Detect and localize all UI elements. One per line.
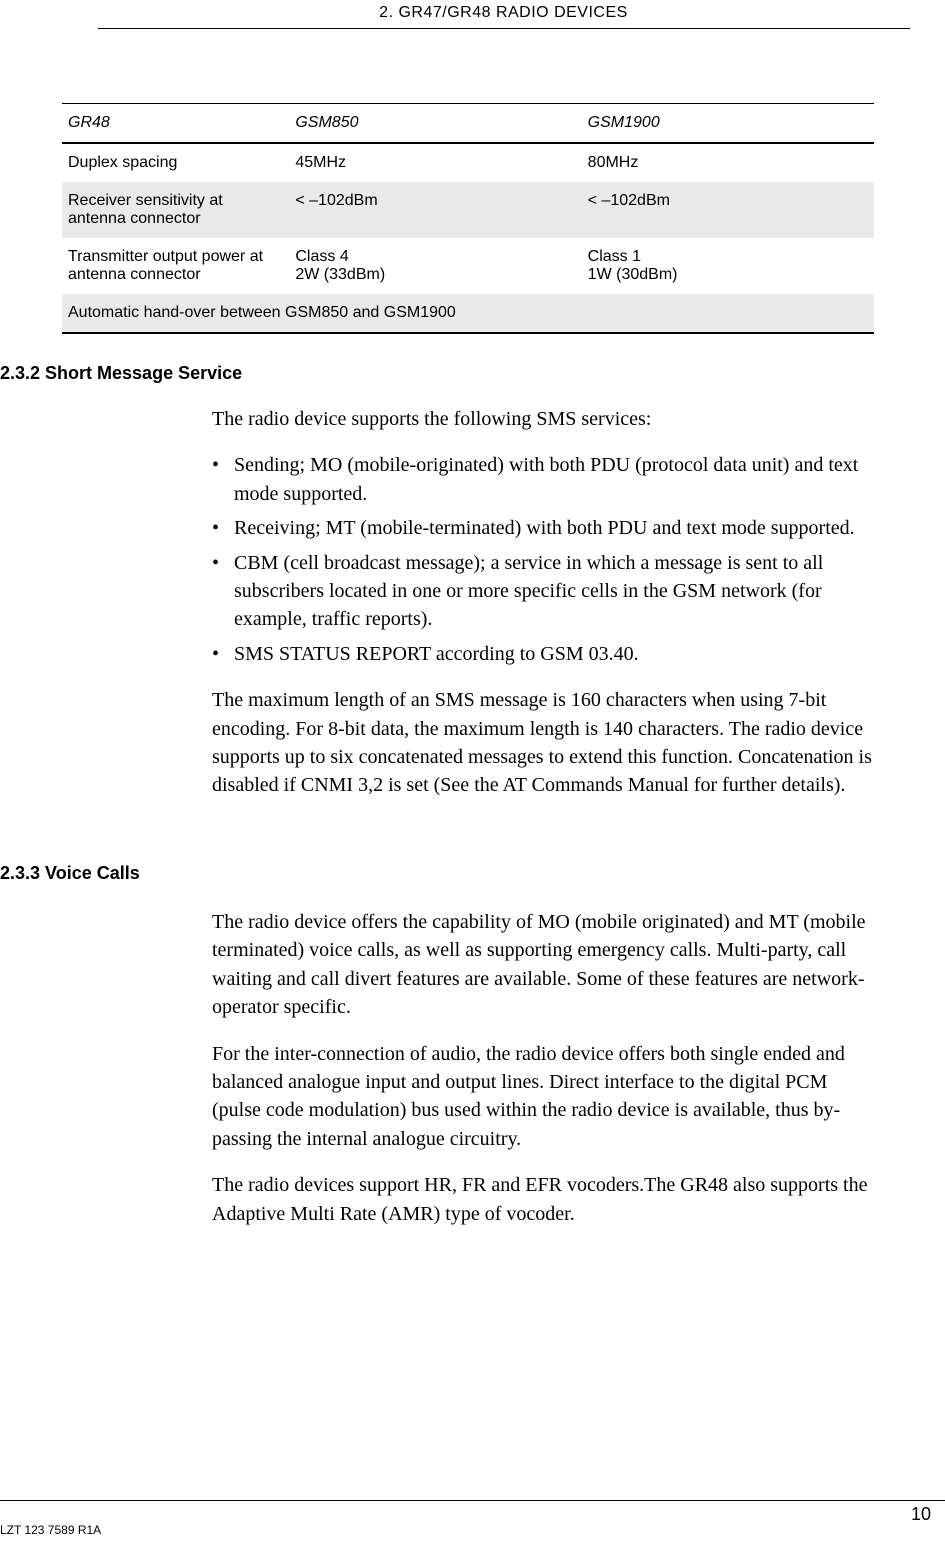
table-cell: Duplex spacing xyxy=(62,143,289,182)
paragraph: The radio devices support HR, FR and EFR… xyxy=(212,1171,874,1228)
table-cell: < –102dBm xyxy=(582,182,874,238)
table-row: Automatic hand-over between GSM850 and G… xyxy=(62,294,874,333)
table-cell: < –102dBm xyxy=(289,182,581,238)
footer-doc-id: LZT 123 7589 R1A xyxy=(0,1523,101,1537)
section-body-voice: The radio device offers the capability o… xyxy=(212,908,874,1246)
table-cell: Class 1 1W (30dBm) xyxy=(582,238,874,294)
section-heading-sms: 2.3.2 Short Message Service xyxy=(0,363,242,384)
table-cell: Class 4 2W (33dBm) xyxy=(289,238,581,294)
table-header-cell: GSM850 xyxy=(289,104,581,144)
bullet-list: Sending; MO (mobile-originated) with bot… xyxy=(212,451,874,668)
table-header-row: GR48 GSM850 GSM1900 xyxy=(62,104,874,144)
page: 2. GR47/GR48 RADIO DEVICES GR48 GSM850 G… xyxy=(0,0,945,1555)
table-cell: Receiver sensitivity at antenna connecto… xyxy=(62,182,289,238)
paragraph: For the inter-connection of audio, the r… xyxy=(212,1040,874,1154)
section-heading-voice: 2.3.3 Voice Calls xyxy=(0,863,140,884)
paragraph: The radio device supports the following … xyxy=(212,405,874,433)
table-cell: 80MHz xyxy=(582,143,874,182)
table-row: Duplex spacing 45MHz 80MHz xyxy=(62,143,874,182)
footer-rule xyxy=(0,1500,945,1501)
table-row: Receiver sensitivity at antenna connecto… xyxy=(62,182,874,238)
list-item: Sending; MO (mobile-originated) with bot… xyxy=(212,451,874,508)
table-header-cell: GR48 xyxy=(62,104,289,144)
table-header-cell: GSM1900 xyxy=(582,104,874,144)
paragraph: The maximum length of an SMS message is … xyxy=(212,686,874,800)
section-body-sms: The radio device supports the following … xyxy=(212,405,874,818)
list-item: CBM (cell broadcast message); a service … xyxy=(212,549,874,634)
running-header: 2. GR47/GR48 RADIO DEVICES xyxy=(98,0,910,29)
spec-table: GR48 GSM850 GSM1900 Duplex spacing 45MHz… xyxy=(62,103,874,334)
table-cell: Automatic hand-over between GSM850 and G… xyxy=(62,294,874,333)
table-cell: Transmitter output power at antenna conn… xyxy=(62,238,289,294)
footer-page-number: 10 xyxy=(911,1504,931,1525)
table-cell: 45MHz xyxy=(289,143,581,182)
list-item: Receiving; MT (mobile-terminated) with b… xyxy=(212,514,874,542)
table-row: Transmitter output power at antenna conn… xyxy=(62,238,874,294)
list-item: SMS STATUS REPORT according to GSM 03.40… xyxy=(212,640,874,668)
paragraph: The radio device offers the capability o… xyxy=(212,908,874,1022)
